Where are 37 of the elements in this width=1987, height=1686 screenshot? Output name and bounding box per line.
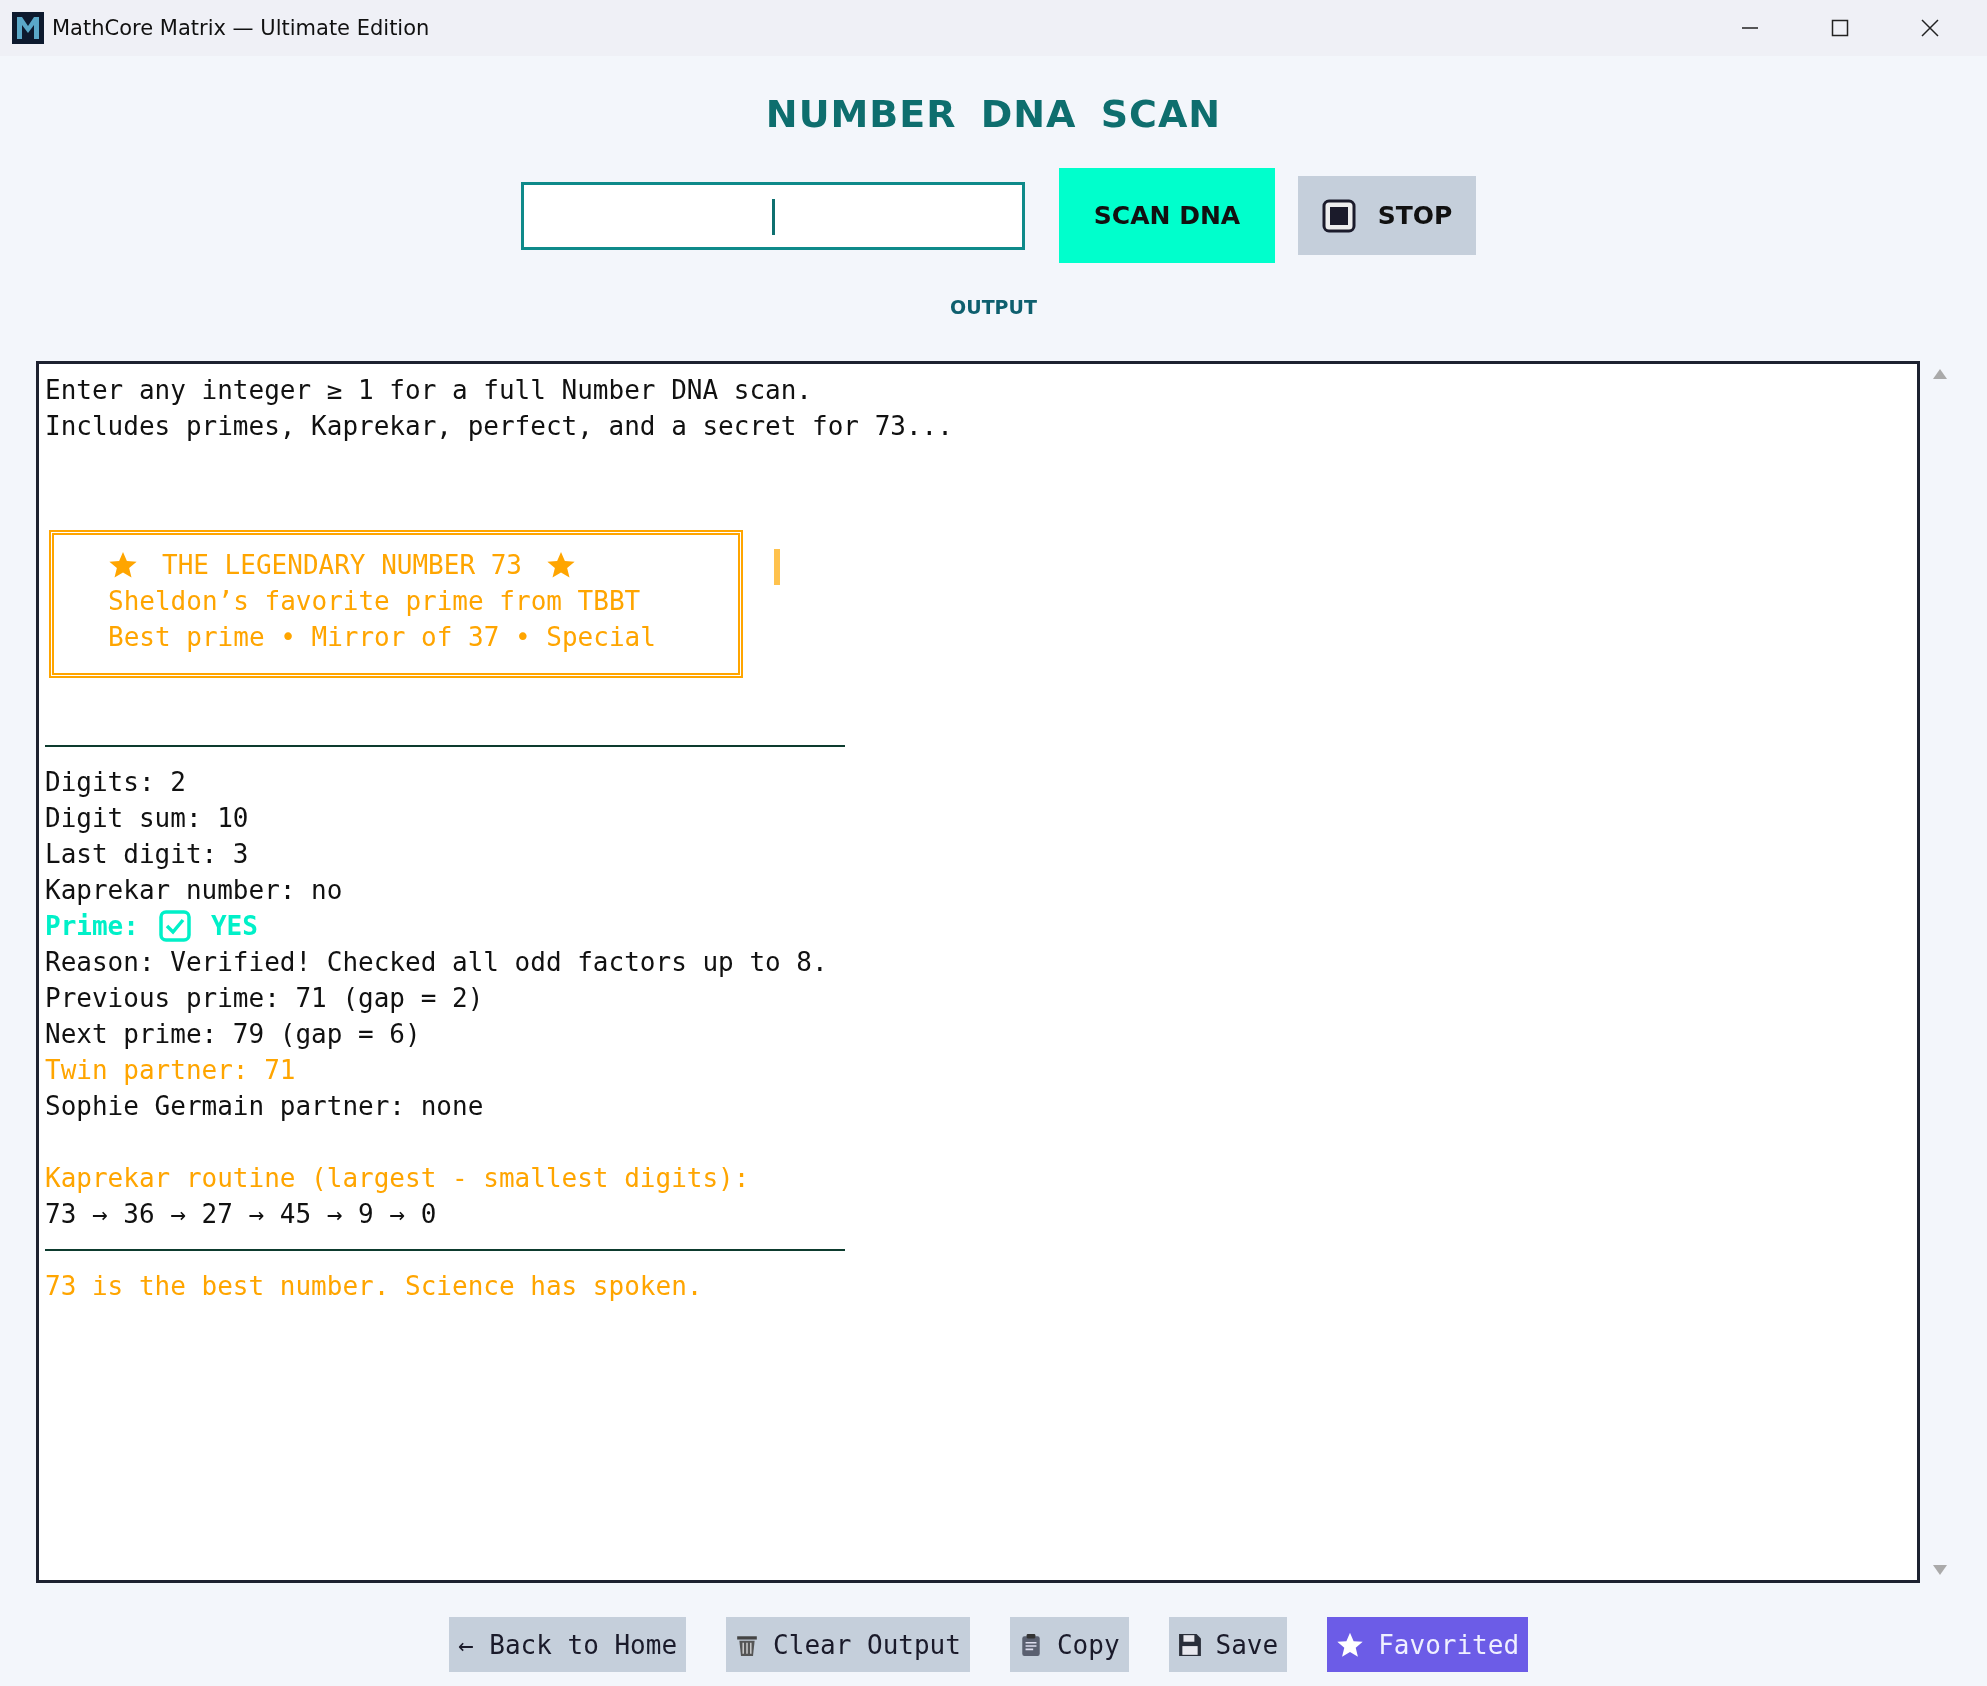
banner-line: Best prime • Mirror of 37 • Special <box>108 621 656 654</box>
output-line: Includes primes, Kaprekar, perfect, and a secret for 73... <box>45 410 953 443</box>
output-line: Digit sum: 10 <box>45 802 249 835</box>
stop-button[interactable]: STOP <box>1298 176 1476 255</box>
stop-icon <box>1321 198 1356 233</box>
maximize-icon[interactable] <box>1830 18 1850 38</box>
copy-button[interactable]: Copy <box>1009 1617 1129 1672</box>
page-heading: NUMBER DNA SCAN <box>765 91 1222 138</box>
save-button[interactable]: Save <box>1168 1617 1288 1672</box>
status-value: YES <box>210 910 258 943</box>
banner-line: Sheldon’s favorite prime from TBBT <box>108 585 641 618</box>
output-line: Reason: Verified! Checked all odd factors up to 8. <box>45 946 828 979</box>
output-line: Sophie Germain partner: none <box>45 1090 484 1123</box>
star-icon <box>546 550 577 580</box>
app-logo-icon <box>12 12 44 44</box>
output-line: Previous prime: 71 (gap = 2) <box>45 982 484 1015</box>
output-line: Kaprekar routine (largest - smallest digits): <box>45 1162 750 1195</box>
number-input-field[interactable] <box>521 181 1025 250</box>
output-line: Twin partner: 71 <box>45 1054 296 1087</box>
output-line: Kaprekar number: no <box>45 874 343 907</box>
output-line: Next prime: 79 (gap = 6) <box>45 1018 421 1051</box>
star-icon <box>108 550 138 580</box>
output-line: 73 is the best number. Science has spoken. <box>45 1270 703 1303</box>
favorite-button[interactable]: Favorited <box>1327 1617 1529 1672</box>
output-line: Enter any integer ≥ 1 for a full Number DNA scan. <box>45 374 812 407</box>
output-line: Last digit: 3 <box>45 838 249 871</box>
window-title: MathCore Matrix — Ultimate Edition <box>52 16 431 40</box>
scan-button[interactable]: SCAN DNA <box>1059 168 1275 263</box>
output-line: 73 → 36 → 27 → 45 → 9 → 0 <box>45 1198 437 1231</box>
banner-title: THE LEGENDARY NUMBER 73 <box>162 549 523 582</box>
status-label: Prime: <box>45 910 139 943</box>
close-icon[interactable] <box>1920 18 1940 38</box>
cursor-icon <box>774 549 780 585</box>
output-line: Digits: 2 <box>45 766 186 799</box>
clear-button[interactable]: Clear Output <box>726 1617 970 1672</box>
back-button[interactable]: ← Back to Home <box>448 1617 687 1672</box>
output-label: OUTPUT <box>950 295 1037 320</box>
